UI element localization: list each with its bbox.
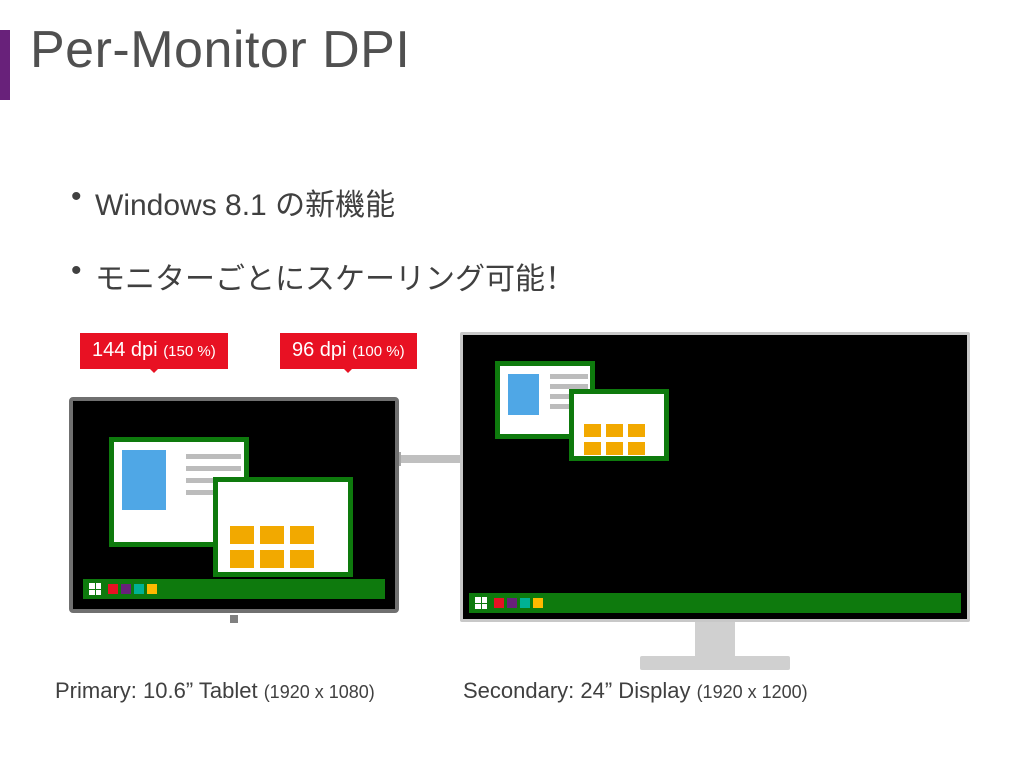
caption-secondary: Secondary: 24” Display (1920 x 1200) xyxy=(463,678,808,704)
tile-icon xyxy=(230,526,254,544)
bullet-2: モニターごとにスケーリング可能！ xyxy=(95,254,575,298)
taskbar-app-icon xyxy=(147,584,157,594)
tile-icon xyxy=(606,442,623,455)
tile-icon xyxy=(628,442,645,455)
bullet-1: Windows 8.1 の新機能 xyxy=(95,180,575,224)
text-line-icon xyxy=(550,374,588,379)
accent-bar xyxy=(0,30,10,100)
bullet-list: Windows 8.1 の新機能 モニターごとにスケーリング可能！ xyxy=(55,180,575,328)
slide: Per-Monitor DPI Windows 8.1 の新機能 モニターごとに… xyxy=(0,0,1024,768)
tile-icon xyxy=(584,442,601,455)
caption-main: Secondary: 24” Display xyxy=(463,678,697,703)
taskbar-app-icon xyxy=(507,598,517,608)
slide-title: Per-Monitor DPI xyxy=(30,20,410,80)
monitor-device-icon xyxy=(460,332,970,622)
tile-icon xyxy=(230,550,254,568)
app-window-tiles-icon xyxy=(213,477,353,577)
taskbar-app-icon xyxy=(520,598,530,608)
tablet-device-icon xyxy=(69,397,399,613)
callout-secondary-dpi: 96 dpi (100 %) xyxy=(280,333,417,369)
caption-sub: (1920 x 1080) xyxy=(264,682,375,702)
tile-icon xyxy=(606,424,623,437)
taskbar-icon xyxy=(469,593,961,613)
taskbar-app-icon xyxy=(134,584,144,594)
tile-icon xyxy=(628,424,645,437)
tablet-screen xyxy=(83,411,385,599)
caption-main: Primary: 10.6” Tablet xyxy=(55,678,264,703)
image-thumb-icon xyxy=(508,374,539,415)
text-line-icon xyxy=(186,454,241,459)
display-cable-icon xyxy=(399,455,460,463)
taskbar-icon xyxy=(83,579,385,599)
callout-pct-value: (150 %) xyxy=(163,343,216,360)
image-thumb-icon xyxy=(122,450,166,510)
taskbar-app-icon xyxy=(108,584,118,594)
tile-icon xyxy=(290,526,314,544)
text-line-icon xyxy=(186,466,241,471)
callout-dpi-value: 144 dpi xyxy=(92,339,158,361)
monitor-stand-neck-icon xyxy=(695,622,735,656)
caption-sub: (1920 x 1200) xyxy=(697,682,808,702)
callout-dpi-value: 96 dpi xyxy=(292,339,347,361)
monitor-stand-base-icon xyxy=(640,656,790,670)
start-logo-icon xyxy=(475,597,487,609)
app-window-tiles-icon xyxy=(569,389,669,461)
tile-icon xyxy=(290,550,314,568)
tile-icon xyxy=(260,550,284,568)
taskbar-app-icon xyxy=(533,598,543,608)
start-logo-icon xyxy=(89,583,101,595)
taskbar-app-icon xyxy=(121,584,131,594)
callout-primary-dpi: 144 dpi (150 %) xyxy=(80,333,228,369)
taskbar-app-icon xyxy=(494,598,504,608)
callout-pct-value: (100 %) xyxy=(352,343,405,360)
tile-icon xyxy=(260,526,284,544)
caption-primary: Primary: 10.6” Tablet (1920 x 1080) xyxy=(55,678,375,704)
tile-icon xyxy=(584,424,601,437)
monitor-screen xyxy=(469,341,961,613)
